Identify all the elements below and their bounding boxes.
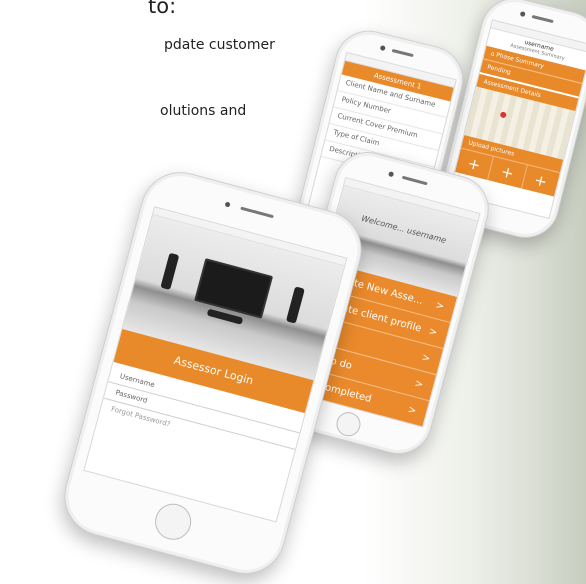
chevron-right-icon: > bbox=[413, 377, 425, 391]
add-picture-icon[interactable]: + bbox=[522, 165, 560, 196]
map-pin-icon bbox=[499, 111, 507, 119]
chevron-right-icon: > bbox=[427, 325, 439, 339]
speaker-right-image bbox=[285, 286, 305, 324]
phone-front: Assessor Login Username Password Forgot … bbox=[55, 163, 371, 583]
chevron-right-icon: > bbox=[434, 299, 446, 313]
speaker-left-image bbox=[160, 252, 180, 291]
login-screen: Assessor Login Username Password Forgot … bbox=[83, 206, 348, 523]
camera-icon bbox=[379, 45, 386, 52]
slide-text-line2: pdate customer bbox=[164, 37, 275, 53]
speaker-icon bbox=[401, 175, 428, 186]
tv-image bbox=[194, 258, 274, 319]
chevron-right-icon: > bbox=[406, 403, 418, 417]
camera-icon bbox=[519, 11, 526, 18]
camera-icon bbox=[224, 201, 231, 208]
speaker-icon bbox=[391, 48, 414, 58]
chevron-right-icon: > bbox=[420, 351, 432, 365]
home-button[interactable] bbox=[333, 409, 364, 439]
slide-text-line1: to: bbox=[148, 0, 177, 18]
speaker-icon bbox=[531, 14, 554, 24]
home-button[interactable] bbox=[151, 499, 196, 544]
speaker-icon bbox=[240, 206, 274, 219]
slide-text-line3: olutions and bbox=[160, 103, 247, 119]
camera-icon bbox=[388, 171, 395, 178]
